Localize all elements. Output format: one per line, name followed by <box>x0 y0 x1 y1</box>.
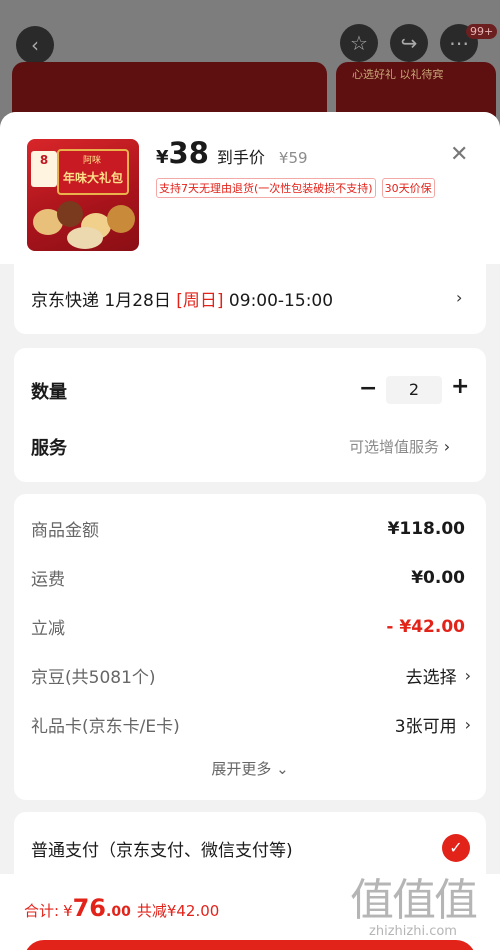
discount-row: 立减 - ¥42.00 <box>31 614 471 640</box>
total-saved: 共减¥42.00 <box>136 902 220 920</box>
delivery-time: 京东快递 1月28日 [周日] 09:00-15:00 <box>31 291 334 311</box>
favorite-star-icon: ☆ <box>340 24 378 62</box>
thumb-title: 年味大礼包 <box>63 171 124 185</box>
service-value[interactable]: 可选增值服务 › <box>349 436 450 457</box>
original-price: ¥59 <box>278 149 308 167</box>
close-icon[interactable]: ✕ <box>450 144 468 166</box>
snack-icon <box>107 205 135 233</box>
chevron-right-icon: › <box>464 666 471 685</box>
final-price-label: 到手价 <box>216 148 265 167</box>
payment-method-label: 普通支付（京东支付、微信支付等) <box>31 841 293 861</box>
price-protect-tag: 30天价保 <box>381 178 435 198</box>
expand-more-button[interactable]: 展开更多 ⌄ <box>14 758 486 779</box>
service-label: 服务 <box>31 438 67 459</box>
background-banner-text: 心选好礼 以礼待宾 <box>352 68 444 81</box>
total-integer: 76 <box>72 894 107 922</box>
quantity-plus-button[interactable]: + <box>451 374 469 399</box>
jingdou-label: 京豆(共5081个) <box>31 668 156 688</box>
shipping-value: ¥0.00 <box>411 567 465 588</box>
shipping-label: 运费 <box>31 570 65 590</box>
return-policy-tag: 支持7天无理由退货(一次性包装破损不支持) <box>156 178 376 198</box>
quantity-minus-button[interactable]: − <box>359 376 377 401</box>
discount-value: - ¥42.00 <box>386 616 465 637</box>
watermark-logo: 值值值 <box>350 875 478 926</box>
quantity-service-card: 数量 − 2 + 服务 可选增值服务 › <box>14 348 486 482</box>
chevron-down-icon: ⌄ <box>276 760 289 778</box>
order-total: 合计: ¥ 76 .00 共减¥42.00 <box>24 894 219 922</box>
quantity-label: 数量 <box>31 382 67 403</box>
thumb-count-tag: 8 <box>31 151 57 187</box>
snack-icon <box>57 201 83 227</box>
goods-amount-row: 商品金额 ¥118.00 <box>31 516 471 542</box>
discount-label: 立减 <box>31 619 65 639</box>
price-row: ¥ 38 到手价 ¥59 <box>156 136 308 170</box>
product-thumbnail[interactable]: 8 阿咪 年味大礼包 <box>27 139 139 251</box>
purchase-sheet: 8 阿咪 年味大礼包 ¥ 38 到手价 ¥59 ✕ 支持7天无理由退货(一次性包… <box>0 112 500 950</box>
snack-icon <box>67 227 103 249</box>
shipping-row: 运费 ¥0.00 <box>31 565 471 591</box>
giftcard-row[interactable]: 礼品卡(京东卡/E卡) 3张可用 › <box>31 712 471 737</box>
sheet-header: 8 阿咪 年味大礼包 ¥ 38 到手价 ¥59 ✕ 支持7天无理由退货(一次性包… <box>0 112 500 264</box>
thumb-brand: 阿咪 <box>83 156 102 166</box>
final-price: 38 <box>168 136 209 170</box>
delivery-weekday: [周日] <box>176 291 224 311</box>
giftcard-label: 礼品卡(京东卡/E卡) <box>31 717 180 737</box>
price-breakdown-card: 商品金额 ¥118.00 运费 ¥0.00 立减 - ¥42.00 京豆(共50… <box>14 494 486 800</box>
service-tags: 支持7天无理由退货(一次性包装破损不支持) 30天价保 <box>156 178 435 198</box>
goods-amount-value: ¥118.00 <box>387 518 465 539</box>
jingdou-select[interactable]: 去选择 › <box>406 663 471 688</box>
share-icon: ↪ <box>390 24 428 62</box>
chevron-right-icon[interactable]: › <box>456 288 462 307</box>
giftcard-select[interactable]: 3张可用 › <box>395 712 471 737</box>
submit-order-button[interactable] <box>24 940 476 950</box>
chevron-right-icon: › <box>443 437 451 456</box>
price-currency: ¥ <box>156 147 169 168</box>
site-watermark: 值值值 zhizhizhi.com <box>350 864 478 939</box>
chevron-right-icon: › <box>464 715 471 734</box>
quantity-input[interactable]: 2 <box>386 376 442 404</box>
total-currency: ¥ <box>63 902 73 920</box>
goods-amount-label: 商品金额 <box>31 521 99 541</box>
check-icon[interactable]: ✓ <box>442 834 470 862</box>
back-icon: ‹ <box>16 26 54 64</box>
jingdou-row[interactable]: 京豆(共5081个) 去选择 › <box>31 663 471 688</box>
total-decimal: .00 <box>106 904 131 920</box>
total-label: 合计: <box>24 902 60 920</box>
message-count-badge: 99+ <box>466 24 498 39</box>
